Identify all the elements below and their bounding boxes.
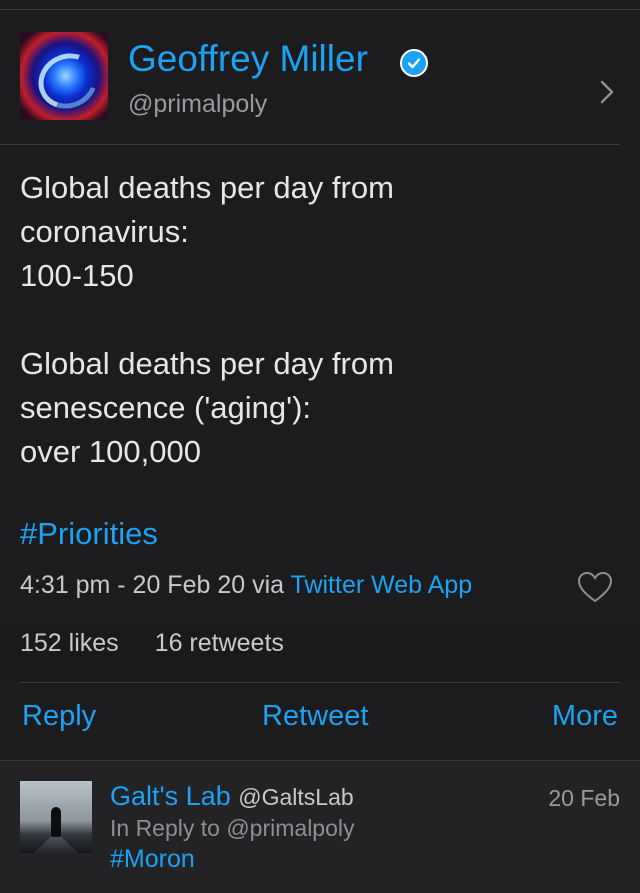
heart-icon[interactable] bbox=[576, 570, 614, 604]
tweet-body-line: Global deaths per day from bbox=[20, 346, 394, 381]
timestamp-text: 4:31 pm - 20 Feb 20 via bbox=[20, 571, 291, 599]
retweet-button[interactable]: Retweet bbox=[262, 700, 368, 733]
author-name[interactable]: Geoffrey Miller bbox=[128, 38, 368, 80]
likes-count[interactable]: 152 likes bbox=[20, 629, 119, 657]
reply-author-handle: @GaltsLab bbox=[238, 784, 354, 810]
tweet-body-line: over 100,000 bbox=[20, 434, 201, 469]
tweet-header[interactable]: Geoffrey Miller @primalpoly bbox=[0, 18, 640, 144]
reply-hashtag-link[interactable]: #Moron bbox=[110, 845, 195, 874]
tweet-body-line: senescence ('aging'): bbox=[20, 390, 312, 425]
action-bar: Reply Retweet More bbox=[0, 700, 640, 744]
top-divider bbox=[0, 9, 640, 10]
tweet-stats: 152 likes 16 retweets bbox=[20, 629, 320, 658]
reply-avatar[interactable] bbox=[20, 781, 92, 853]
author-avatar[interactable] bbox=[20, 32, 108, 120]
reply-author[interactable]: Galt's Lab @GaltsLab bbox=[110, 781, 354, 812]
author-handle[interactable]: @primalpoly bbox=[128, 90, 267, 119]
more-button[interactable]: More bbox=[552, 700, 618, 733]
source-app-link[interactable]: Twitter Web App bbox=[291, 571, 473, 599]
reply-button[interactable]: Reply bbox=[22, 700, 96, 733]
tweet-body-line: coronavirus: bbox=[20, 214, 189, 249]
tweet-body: Global deaths per day from coronavirus: … bbox=[20, 166, 620, 474]
header-divider bbox=[0, 144, 620, 145]
hashtag-link[interactable]: #Priorities bbox=[20, 516, 158, 552]
in-reply-to-label: In Reply to @primalpoly bbox=[110, 815, 355, 841]
stats-divider bbox=[20, 682, 620, 683]
reply-author-name[interactable]: Galt's Lab bbox=[110, 781, 231, 811]
reply-date: 20 Feb bbox=[548, 785, 620, 811]
tweet-body-line: 100-150 bbox=[20, 258, 134, 293]
reply-list-item[interactable]: Galt's Lab @GaltsLab 20 Feb In Reply to … bbox=[0, 761, 640, 893]
retweets-count[interactable]: 16 retweets bbox=[155, 629, 284, 657]
tweet-timestamp: 4:31 pm - 20 Feb 20 via Twitter Web App bbox=[20, 571, 472, 600]
tweet-detail-screen: Geoffrey Miller @primalpoly Global death… bbox=[0, 0, 640, 893]
chevron-right-icon[interactable] bbox=[596, 76, 618, 108]
verified-badge-icon bbox=[400, 49, 428, 77]
tweet-body-line: Global deaths per day from bbox=[20, 170, 394, 205]
